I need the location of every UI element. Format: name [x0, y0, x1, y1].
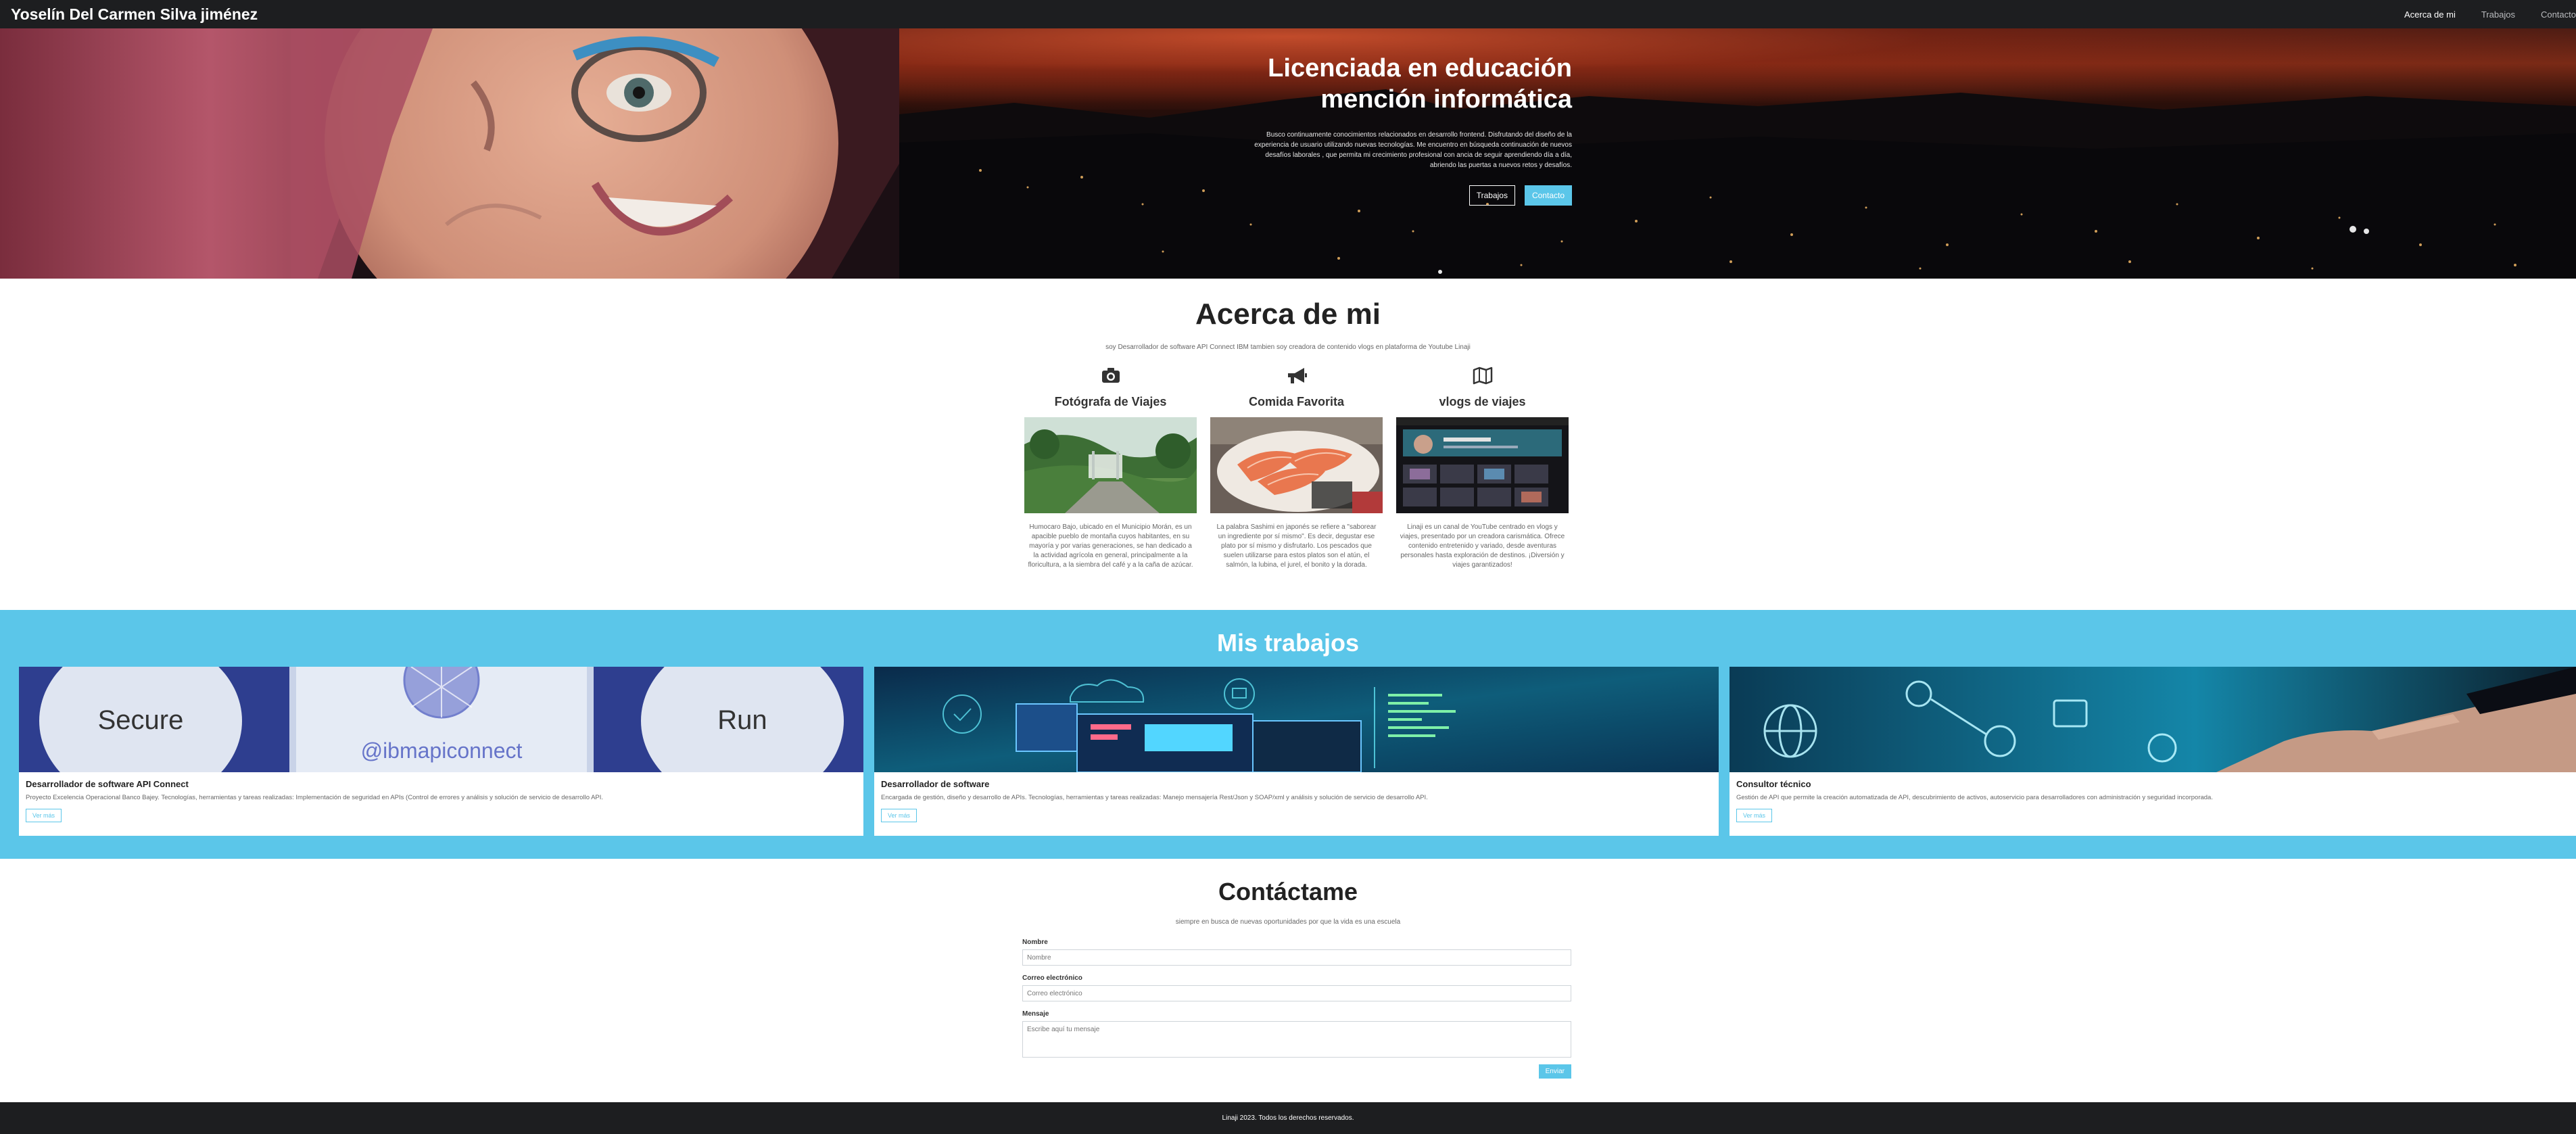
image-word-secure: Secure [98, 705, 184, 735]
photography-text: Humocaro Bajo, ubicado en el Municipio M… [1028, 523, 1193, 569]
see-more-button[interactable]: Ver más [881, 809, 917, 822]
card-title: Consultor técnico [1736, 779, 1811, 789]
contact-subtitle: siempre en busca de nuevas oportunidades… [1175, 918, 1401, 926]
image-word-handle: @ibmapiconnect [361, 738, 523, 763]
nav-link-about[interactable]: Acerca de mi [2404, 9, 2456, 20]
contact-form: Nombre Correo electrónico Mensaje Enviar [1022, 939, 1571, 1079]
image-word-run: Run [717, 705, 767, 735]
form-actions: Enviar [1022, 1064, 1571, 1079]
about-column-title: Fotógrafa de Viajes [1054, 395, 1167, 408]
about-column-photography: Fotógrafa de Viajes Humocaro Bajo, ubica… [1024, 365, 1197, 570]
hero-description: Busco continuamente conocimientos relaci… [1254, 131, 1572, 169]
nav-links: Acerca de mi Trabajos Contacto [2404, 0, 2576, 28]
see-more-button[interactable]: Ver más [26, 809, 62, 822]
contact-title: Contáctame [1218, 878, 1358, 905]
food-image [1210, 417, 1383, 513]
hero-title: Licenciada en educación mención informát… [1244, 53, 1572, 115]
work-card-software-developer: Desarrollador de software Encargada de g… [874, 667, 1719, 836]
technical-consultant-image [1730, 667, 2576, 772]
card-text: Proyecto Excelencia Operacional Banco Ba… [26, 794, 604, 801]
api-connect-image: Secure @ibmapiconnect Run [19, 667, 863, 772]
software-developer-image [874, 667, 1719, 772]
card-text: Encargada de gestión, diseño y desarroll… [881, 794, 1428, 801]
hero-title-line1: Licenciada en educación [1268, 54, 1572, 82]
contact-section: Contáctame siempre en busca de nuevas op… [0, 859, 2576, 1102]
vlogs-text: Linaji es un canal de YouTube centrado e… [1400, 523, 1565, 569]
works-title: Mis trabajos [1216, 629, 1360, 657]
work-card-technical-consultant: Consultor técnico Gestión de API que per… [1730, 667, 2576, 836]
footer: Linaji 2023. Todos los derechos reservad… [0, 1102, 2576, 1134]
works-section: Mis trabajos Secure @ibmapiconnect Run D… [0, 610, 2576, 859]
works-button[interactable]: Trabajos [1469, 185, 1515, 206]
card-body: Desarrollador de software Encargada de g… [874, 772, 1719, 829]
email-input[interactable] [1022, 985, 1571, 1001]
message-textarea[interactable] [1022, 1021, 1571, 1058]
contact-button[interactable]: Contacto [1524, 185, 1572, 206]
name-input[interactable] [1022, 949, 1571, 966]
photography-image [1024, 417, 1197, 513]
message-label: Mensaje [1022, 1010, 1049, 1018]
card-body: Desarrollador de software API Connect Pr… [19, 772, 863, 829]
hero-text: Licenciada en educación mención informát… [1244, 53, 1572, 206]
navbar: Yoselín Del Carmen Silva jiménez Acerca … [0, 0, 2576, 28]
about-column-food: Comida Favorita La palabra Sashimi en ja… [1210, 365, 1383, 570]
card-body: Consultor técnico Gestión de API que per… [1730, 772, 2576, 829]
card-title: Desarrollador de software [881, 779, 990, 789]
camera-icon [1101, 368, 1120, 383]
footer-text: Linaji 2023. Todos los derechos reservad… [1222, 1114, 1354, 1122]
about-section: Acerca de mi soy Desarrollador de softwa… [0, 279, 2576, 610]
about-title: Acerca de mi [1195, 298, 1381, 331]
food-text: La palabra Sashimi en japonés se refiere… [1216, 523, 1377, 569]
nav-link-contact[interactable]: Contacto [2541, 9, 2576, 20]
about-column-title: vlogs de viajes [1439, 395, 1526, 408]
card-title: Desarrollador de software API Connect [26, 779, 189, 789]
hero-portrait-image [0, 28, 899, 279]
nav-link-works[interactable]: Trabajos [2481, 9, 2515, 20]
hero-title-line2: mención informática [1320, 85, 1572, 114]
send-button[interactable]: Enviar [1538, 1064, 1571, 1079]
megaphone-icon [1287, 368, 1307, 383]
card-text: Gestión de API que permite la creación a… [1736, 794, 2213, 801]
brand-name[interactable]: Yoselín Del Carmen Silva jiménez [11, 5, 258, 24]
work-card-api-connect: Secure @ibmapiconnect Run Desarrollador … [19, 667, 863, 836]
name-label: Nombre [1022, 939, 1048, 946]
see-more-button[interactable]: Ver más [1736, 809, 1773, 822]
about-subtitle: soy Desarrollador de software API Connec… [1105, 344, 1471, 351]
vlogs-image [1396, 417, 1569, 513]
about-column-title: Comida Favorita [1248, 395, 1345, 408]
email-label: Correo electrónico [1022, 974, 1082, 982]
about-column-vlogs: vlogs de viajes Linaji es un canal de Yo… [1396, 365, 1569, 570]
hero-buttons: Trabajos Contacto [1244, 185, 1572, 206]
map-icon [1473, 367, 1492, 385]
hero-section: Licenciada en educación mención informát… [0, 28, 2576, 279]
